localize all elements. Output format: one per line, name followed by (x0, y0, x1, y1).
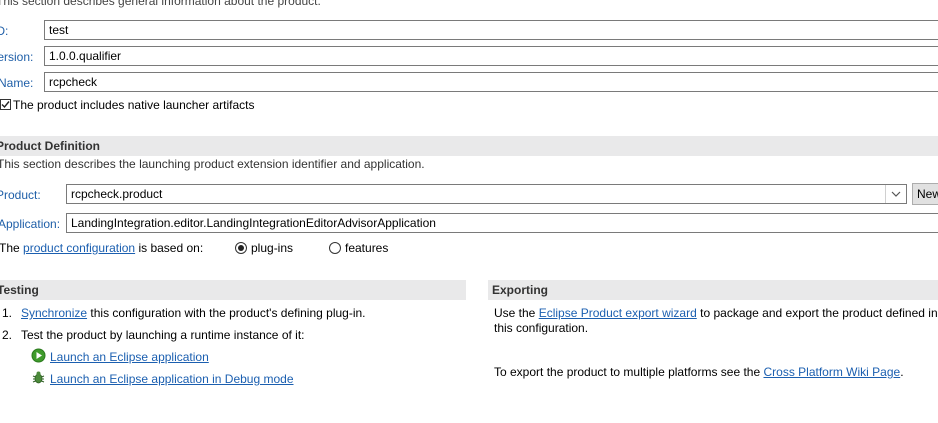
run-icon (31, 348, 46, 363)
exporting-line1: Use the Eclipse Product export wizard to… (494, 306, 938, 320)
native-launcher-label: The product includes native launcher art… (13, 98, 255, 112)
general-description: This section describes general informati… (0, 0, 321, 8)
product-definition-title: Product Definition (0, 139, 100, 153)
testing-header: Testing (0, 280, 466, 300)
chevron-down-icon[interactable] (885, 185, 906, 203)
exporting-cross-line: To export the product to multiple platfo… (494, 365, 904, 379)
export-use-prefix: Use the (494, 306, 536, 320)
plugins-radio-label: plug-ins (251, 241, 294, 255)
version-field[interactable]: 1.0.0.qualifier (44, 46, 938, 66)
synchronize-link[interactable]: Synchronize (21, 306, 87, 320)
exporting-title: Exporting (492, 283, 548, 297)
exporting-header: Exporting (488, 280, 938, 300)
product-combo-value: rcpcheck.product (71, 187, 163, 201)
export-cross-suffix: . (900, 365, 904, 379)
testing-step2-text: Test the product by launching a runtime … (21, 328, 305, 342)
product-label: Product: (0, 188, 41, 202)
based-on-prefix: The (0, 241, 20, 255)
testing-title: Testing (0, 283, 39, 297)
export-wizard-link[interactable]: Eclipse Product export wizard (539, 306, 697, 320)
features-radio-label: features (345, 241, 389, 255)
new-product-button[interactable]: New... (912, 183, 938, 205)
exporting-line2: this configuration. (494, 321, 589, 335)
application-combo[interactable]: LandingIntegration.editor.LandingIntegra… (66, 213, 938, 233)
based-on-suffix: is based on: (138, 241, 204, 255)
product-definition-description: This section describes the launching pro… (0, 157, 425, 171)
debug-bug-icon (32, 371, 45, 384)
launch-eclipse-link[interactable]: Launch an Eclipse application (50, 350, 209, 364)
cross-platform-wiki-link[interactable]: Cross Platform Wiki Page (763, 365, 900, 379)
checkmark-icon (1, 101, 10, 109)
application-label: Application: (0, 217, 61, 231)
id-field[interactable]: test (44, 20, 938, 40)
name-field[interactable]: rcpcheck (44, 72, 938, 92)
native-launcher-checkbox[interactable] (0, 99, 11, 110)
testing-step1: Synchronize this configuration with the … (21, 306, 366, 320)
product-configuration-link[interactable]: product configuration (23, 241, 135, 255)
testing-step2-num: 2. (2, 328, 13, 342)
name-label: Name: (0, 76, 34, 90)
based-on-row: The product configuration is based on: (0, 241, 203, 255)
launch-debug-link[interactable]: Launch an Eclipse application in Debug m… (50, 372, 294, 386)
testing-step1-text: this configuration with the product's de… (90, 306, 366, 320)
id-label: ID: (0, 24, 9, 38)
product-combo[interactable]: rcpcheck.product (66, 184, 907, 204)
testing-step1-num: 1. (2, 306, 13, 320)
export-use-suffix: to package and export the product define… (700, 306, 938, 320)
plugins-radio[interactable] (235, 242, 247, 254)
export-cross-prefix: To export the product to multiple platfo… (494, 365, 761, 379)
version-label: Version: (0, 50, 34, 64)
features-radio[interactable] (329, 242, 341, 254)
product-definition-header: Product Definition (0, 136, 938, 156)
